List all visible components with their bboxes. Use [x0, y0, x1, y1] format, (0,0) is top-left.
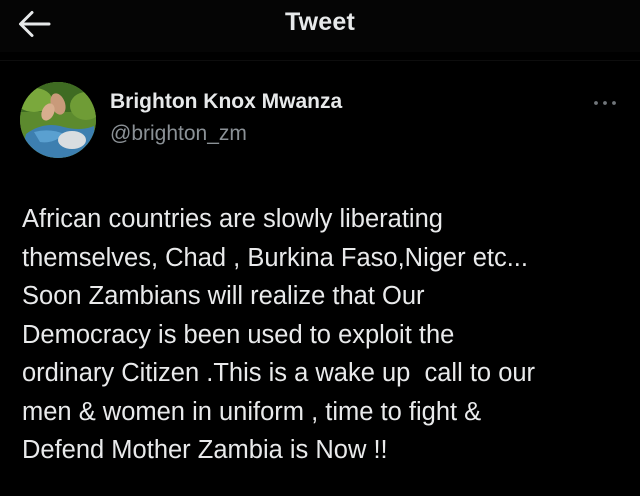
author-handle[interactable]: @brighton_zm [110, 122, 247, 146]
avatar[interactable] [20, 82, 96, 158]
top-bar: Tweet [0, 0, 640, 52]
tweet-line: Soon Zambians will realize that Our [22, 282, 425, 310]
tweet-line: Democracy is been used to exploit the [22, 320, 455, 349]
tweet-line: men & women in uniform , time to fight & [22, 397, 482, 426]
tweet-line: Defend Mother Zambia is Now !! [22, 436, 388, 464]
page-title: Tweet [285, 8, 355, 36]
profile-photo [20, 82, 96, 158]
tweet-line: themselves, Chad , Burkina Faso,Niger et… [22, 243, 528, 272]
more-dots-icon [594, 101, 616, 105]
author-name[interactable]: Brighton Knox Mwanza [110, 90, 342, 114]
header-divider [0, 60, 640, 61]
tweet-text: African countries are slowly liberating … [22, 200, 630, 470]
tweet-line: ordinary Citizen .This is a wake up call… [22, 359, 536, 387]
more-options-button[interactable] [592, 93, 618, 113]
tweet-line: African countries are slowly liberating [22, 205, 443, 233]
